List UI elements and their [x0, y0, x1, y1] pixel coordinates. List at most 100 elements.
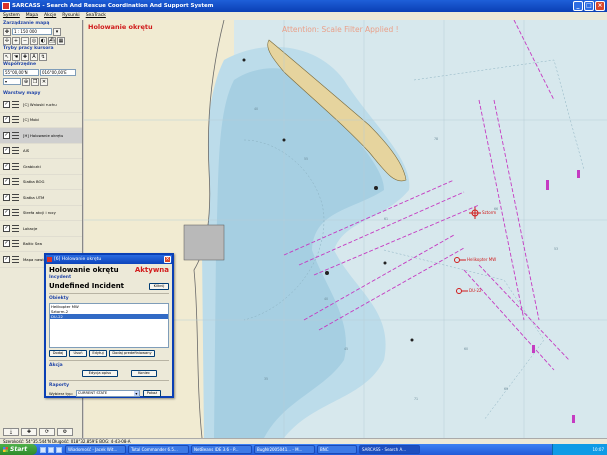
visible-checkbox[interactable]: ✓ [3, 116, 10, 124]
dialog-titlebar[interactable]: [6] Holowanie okrętu × [46, 255, 172, 264]
layer-props-icon[interactable] [12, 209, 19, 217]
svg-text:61: 61 [384, 217, 388, 221]
taskbar-task[interactable]: Wiadomość - Jacek Wit... [65, 445, 126, 454]
layer-label: Baltic Sea [23, 241, 42, 247]
ship-icon[interactable]: ⛴ [48, 36, 56, 45]
add-layer-icon[interactable]: ✚ [21, 428, 37, 436]
dialog-close-button[interactable]: × [164, 256, 171, 263]
arrows-icon[interactable]: ✢ [3, 36, 11, 45]
objects-list[interactable]: Helikopter MW Sztorm-2 DU-22 [49, 303, 169, 348]
locate-icon[interactable]: ⊕ [22, 77, 30, 86]
show-report-button[interactable]: Pokaż [142, 390, 161, 397]
edit-object-button[interactable]: Edytuj [89, 350, 107, 357]
report-type-select[interactable]: CURRENT STATE [75, 390, 140, 397]
visible-checkbox[interactable]: ✓ [3, 193, 10, 201]
edit-description-button[interactable]: Edycja opisu [82, 370, 118, 377]
scale-field[interactable]: 1 : 150 000 [12, 28, 52, 35]
visible-checkbox[interactable]: ✓ [3, 162, 10, 170]
layer-props-icon[interactable] [12, 224, 19, 232]
grid-icon[interactable]: ▦ [57, 36, 65, 45]
scale-dropdown-icon[interactable]: ▾ [53, 27, 61, 36]
menu-mapa[interactable]: Mapa [26, 12, 38, 20]
explorer-icon[interactable] [56, 446, 62, 453]
remove-object-button[interactable]: Usuń [69, 350, 87, 357]
menu-seatrack[interactable]: SeaTrack [86, 12, 106, 20]
taskbar-task[interactable]: Total Commander 6.5... [128, 445, 189, 454]
layer-item[interactable]: ✓ Strefa akcji i rocy [0, 206, 82, 221]
system-tray: 10:07 [552, 444, 607, 455]
menu-akcje[interactable]: Akcje [44, 12, 56, 20]
menu-bar: System Mapa Akcje Rysunki SeaTrack [0, 12, 607, 20]
layer-props-icon[interactable] [12, 255, 19, 263]
layer-props-icon[interactable] [12, 178, 19, 186]
browser-icon[interactable] [48, 446, 54, 453]
visible-checkbox[interactable]: ✓ [3, 131, 10, 139]
zoom-out-icon[interactable]: − [21, 36, 29, 45]
layer-item[interactable]: ✓ Siatka UTM [0, 190, 82, 206]
add-predefined-button[interactable]: Dodaj predefiniowany [109, 350, 155, 357]
layer-props-icon[interactable] [12, 240, 19, 248]
layer-item[interactable]: ✓ [H] Holowanie okrętu [0, 128, 82, 144]
text-icon[interactable]: A [30, 52, 38, 61]
map-marker-label[interactable]: Helikopter MW [467, 257, 496, 262]
layers-icon[interactable]: ◐ [39, 36, 47, 45]
window-titlebar[interactable]: SARCASS - Search And Rescue Coordination… [0, 0, 607, 12]
latitude-field[interactable]: 55°00,00'N [3, 69, 39, 76]
map-marker-label[interactable]: Sztorm [482, 210, 496, 215]
quick-launch [37, 446, 65, 453]
layer-props-icon[interactable] [12, 100, 19, 108]
layer-item[interactable]: ✓ Lokacje [0, 221, 82, 237]
visible-checkbox[interactable]: ✓ [3, 255, 10, 263]
longitude-field[interactable]: 016°00,00'E [40, 69, 76, 76]
visible-checkbox[interactable]: ✓ [3, 100, 10, 108]
menu-system[interactable]: System [3, 12, 20, 20]
pointer-icon[interactable]: ↖ [3, 52, 11, 61]
visible-checkbox[interactable]: ✓ [3, 224, 10, 232]
settings-icon[interactable]: ⚙ [57, 428, 73, 436]
minimize-button[interactable]: _ [573, 1, 583, 11]
layer-item[interactable]: ✓ Grabiczki [0, 159, 82, 175]
move-down-icon[interactable]: ⤓ [3, 428, 19, 436]
layer-props-icon[interactable] [12, 147, 19, 155]
layer-item[interactable]: ✓ [C] Mobi [0, 113, 82, 128]
maximize-button[interactable]: □ [584, 1, 594, 11]
taskbar-task[interactable]: BNC [317, 445, 357, 454]
taskbar-task[interactable]: SARCASS - Search A... [359, 445, 420, 454]
zoom-in-icon[interactable]: + [12, 36, 20, 45]
layer-item[interactable]: ✓ [C] Wnioski ruchu [0, 97, 82, 113]
move-icon[interactable]: ✚ [21, 52, 29, 61]
layer-item[interactable]: ✓ AIS [0, 144, 82, 159]
layer-props-icon[interactable] [12, 131, 19, 139]
hand-icon[interactable]: ☚ [12, 52, 20, 61]
layer-props-icon[interactable] [12, 116, 19, 124]
visible-checkbox[interactable]: ✓ [3, 178, 10, 186]
layers-title: Warstwy mapy [3, 91, 41, 96]
svg-text:60: 60 [464, 347, 468, 351]
desktop-icon[interactable] [40, 446, 46, 453]
sync-icon[interactable]: ⟳ [39, 428, 55, 436]
incident-select-button[interactable]: Kilknij [149, 282, 169, 290]
map-marker-label[interactable]: DU-22 [469, 288, 482, 293]
layer-item[interactable]: ✓ Baltic Sea [0, 237, 82, 252]
start-button[interactable]: Start [0, 444, 37, 455]
menu-rysunki[interactable]: Rysunki [62, 12, 79, 20]
taskbar-task[interactable]: NetBeans IDE 3.6 - P... [191, 445, 252, 454]
visible-checkbox[interactable]: ✓ [3, 147, 10, 155]
add-object-button[interactable]: Dodaj [49, 350, 67, 357]
pan-arrows-icon[interactable]: ✥ [3, 27, 11, 36]
close-button[interactable]: × [595, 1, 605, 11]
taskbar-task[interactable]: BugNr2005041... - M... [254, 445, 315, 454]
layer-props-icon[interactable] [12, 193, 19, 201]
layer-item[interactable]: ✓ Siatka BOG [0, 175, 82, 190]
end-action-button[interactable]: Koniec [131, 370, 157, 377]
list-item[interactable]: DU-22 [50, 314, 168, 319]
visible-checkbox[interactable]: ✓ [3, 240, 10, 248]
layer-props-icon[interactable] [12, 162, 19, 170]
clear-icon[interactable]: ✕ [40, 77, 48, 86]
globe-icon[interactable]: ◎ [30, 36, 38, 45]
measure-icon[interactable]: ↯ [39, 52, 47, 61]
dialog-title: [6] Holowanie okrętu [54, 257, 102, 262]
coord-format-select[interactable]: ▾ [3, 78, 21, 85]
copy-icon[interactable]: ❐ [31, 77, 39, 86]
visible-checkbox[interactable]: ✓ [3, 209, 10, 217]
